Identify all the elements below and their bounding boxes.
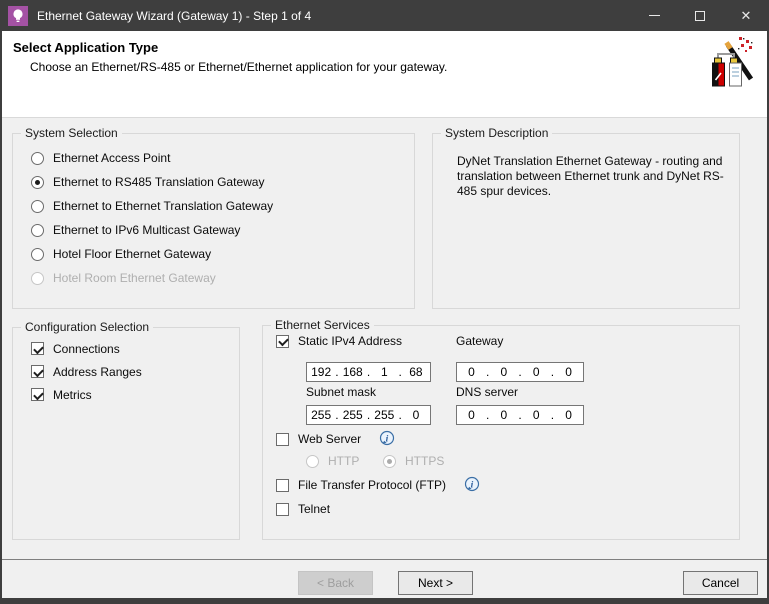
radio-ethernet-to-ethernet[interactable]: Ethernet to Ethernet Translation Gateway [13, 194, 414, 218]
radio-icon [31, 271, 44, 285]
subnet-mask-input[interactable]: 255. 255. 255. 0 [306, 405, 431, 425]
info-icon[interactable]: i [463, 476, 481, 494]
app-lightbulb-icon [8, 5, 28, 26]
radio-ethernet-to-ipv6[interactable]: Ethernet to IPv6 Multicast Gateway [13, 218, 414, 242]
checkbox-icon[interactable] [31, 388, 44, 401]
checkbox-connections[interactable]: Connections [13, 337, 239, 360]
checkbox-ftp[interactable]: File Transfer Protocol (FTP) i [276, 473, 481, 497]
cancel-button[interactable]: Cancel [683, 571, 758, 595]
radio-hotel-floor[interactable]: Hotel Floor Ethernet Gateway [13, 242, 414, 266]
info-icon[interactable]: i [378, 430, 396, 448]
titlebar: Ethernet Gateway Wizard (Gateway 1) - St… [0, 0, 769, 31]
magic-wand-devices-icon [712, 37, 754, 87]
subnet-mask-label: Subnet mask [306, 385, 377, 399]
checkbox-static-ipv4[interactable]: Static IPv4 Address [276, 329, 402, 353]
gateway-input[interactable]: 0. 0. 0. 0 [456, 362, 584, 382]
minimize-button[interactable] [631, 0, 677, 31]
caption-buttons: ✕ [631, 0, 769, 31]
gateway-label: Gateway [456, 334, 504, 348]
wizard-header: Select Application Type Choose an Ethern… [2, 31, 767, 118]
checkbox-icon[interactable] [276, 334, 289, 348]
minimize-icon [648, 15, 660, 16]
checkbox-icon[interactable] [31, 365, 44, 378]
checkbox-web-server[interactable]: Web Server i [276, 427, 396, 451]
button-bar: < Back Next > Cancel [2, 559, 767, 598]
page-title: Select Application Type [13, 40, 159, 55]
dns-server-input[interactable]: 0. 0. 0. 0 [456, 405, 584, 425]
checkbox-metrics[interactable]: Metrics [13, 383, 239, 406]
radio-ethernet-to-rs485[interactable]: Ethernet to RS485 Translation Gateway [13, 170, 414, 194]
wizard-body: System Selection Ethernet Access Point E… [2, 119, 767, 559]
next-button[interactable]: Next > [398, 571, 473, 595]
dns-server-label: DNS server [456, 385, 519, 399]
group-system-selection: System Selection Ethernet Access Point E… [12, 126, 415, 309]
window-title: Ethernet Gateway Wizard (Gateway 1) - St… [37, 8, 312, 23]
dialog-client-area: Select Application Type Choose an Ethern… [2, 31, 767, 598]
radio-icon[interactable] [31, 151, 44, 165]
back-button: < Back [298, 571, 373, 595]
group-label: System Selection [21, 126, 122, 140]
group-label: Configuration Selection [21, 320, 154, 334]
system-description-text: DyNet Translation Ethernet Gateway - rou… [457, 154, 724, 198]
wizard-window: Ethernet Gateway Wizard (Gateway 1) - St… [0, 0, 769, 604]
radio-ethernet-access-point[interactable]: Ethernet Access Point [13, 146, 414, 170]
checkbox-telnet[interactable]: Telnet [276, 497, 330, 521]
maximize-icon [695, 10, 705, 21]
svg-text:i: i [471, 480, 474, 490]
close-icon: ✕ [740, 8, 752, 23]
group-configuration-selection: Configuration Selection Connections Addr… [12, 320, 240, 540]
close-button[interactable]: ✕ [723, 0, 769, 31]
checkbox-icon[interactable] [276, 432, 289, 446]
radio-icon[interactable] [31, 199, 44, 213]
radio-icon[interactable] [31, 247, 44, 261]
radio-https: HTTPS [383, 449, 444, 473]
svg-text:i: i [386, 434, 389, 444]
maximize-button[interactable] [677, 0, 723, 31]
page-description: Choose an Ethernet/RS-485 or Ethernet/Et… [30, 60, 448, 74]
radio-hotel-room: Hotel Room Ethernet Gateway [13, 266, 414, 290]
radio-icon [306, 454, 319, 468]
radio-icon[interactable] [31, 223, 44, 237]
group-system-description: System Description DyNet Translation Eth… [432, 126, 740, 309]
radio-icon[interactable] [31, 175, 44, 189]
group-ethernet-services: Ethernet Services Static IPv4 Address Ga… [262, 318, 740, 540]
checkbox-icon[interactable] [276, 478, 289, 492]
checkbox-address-ranges[interactable]: Address Ranges [13, 360, 239, 383]
group-label: System Description [441, 126, 553, 140]
radio-http: HTTP [306, 449, 359, 473]
checkbox-icon[interactable] [276, 502, 289, 516]
checkbox-icon[interactable] [31, 342, 44, 355]
radio-icon [383, 454, 396, 468]
ipv4-address-input[interactable]: 192. 168. 1. 68 [306, 362, 431, 382]
